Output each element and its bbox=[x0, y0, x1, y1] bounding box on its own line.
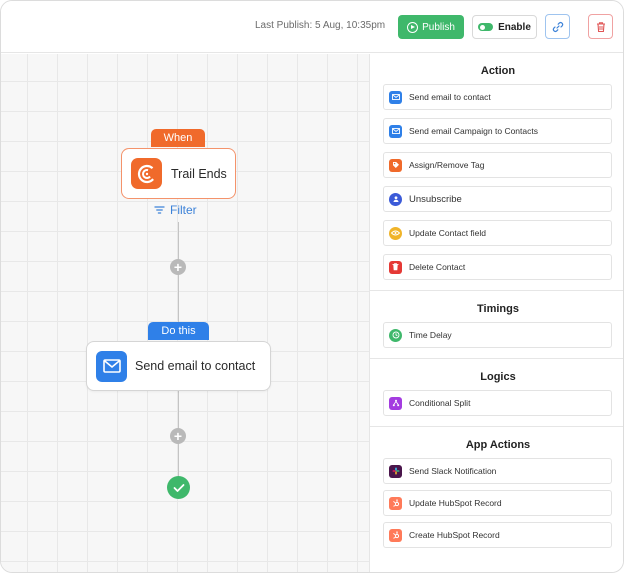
section-title: App Actions bbox=[465, 439, 531, 451]
email-icon bbox=[389, 124, 402, 138]
step-update-hubspot-record[interactable]: Update HubSpot Record bbox=[383, 490, 612, 516]
step-label: Conditional Split bbox=[409, 398, 471, 408]
trigger-title: Trail Ends bbox=[171, 166, 227, 181]
add-step-button[interactable]: + bbox=[170, 428, 186, 444]
link-button[interactable] bbox=[545, 14, 570, 39]
trash-icon bbox=[596, 21, 605, 32]
add-step-button[interactable]: + bbox=[170, 259, 186, 275]
toolbar: Last Publish: 5 Aug, 10:35pm Publish Ena… bbox=[1, 1, 623, 53]
step-unsubscribe[interactable]: Unsubscribe bbox=[383, 186, 612, 212]
step-conditional-split[interactable]: Conditional Split bbox=[383, 390, 612, 416]
section-app-actions: App Actions Send Slack Notification Upda bbox=[370, 426, 623, 572]
step-send-slack-notification[interactable]: Send Slack Notification bbox=[383, 458, 612, 484]
email-icon bbox=[102, 359, 121, 373]
tag-icon bbox=[389, 158, 402, 172]
step-label: Time Delay bbox=[409, 330, 452, 340]
brand-logo-icon bbox=[137, 164, 156, 183]
publish-button[interactable]: Publish bbox=[398, 15, 464, 39]
step-label: Assign/Remove Tag bbox=[409, 160, 485, 170]
action-app-logo bbox=[96, 350, 127, 382]
publish-label: Publish bbox=[422, 21, 455, 33]
filter-icon bbox=[154, 206, 165, 214]
step-label: Create HubSpot Record bbox=[409, 530, 500, 540]
trigger-app-logo bbox=[131, 158, 162, 189]
step-delete-contact[interactable]: Delete Contact bbox=[383, 254, 612, 280]
email-icon bbox=[389, 90, 402, 104]
step-label: Update HubSpot Record bbox=[409, 498, 502, 508]
step-send-email-campaign[interactable]: Send email Campaign to Contacts bbox=[383, 118, 612, 144]
step-label: Delete Contact bbox=[409, 262, 466, 272]
split-icon bbox=[389, 396, 402, 410]
step-label: Send email to contact bbox=[409, 92, 491, 102]
eye-icon bbox=[389, 226, 402, 240]
action-node[interactable]: Send email to contact bbox=[86, 341, 271, 391]
slack-icon bbox=[389, 464, 402, 478]
step-label: Unsubscribe bbox=[409, 193, 462, 205]
toggle-icon bbox=[478, 23, 494, 31]
step-update-contact-field[interactable]: Update Contact field bbox=[383, 220, 612, 246]
steps-panel: Action Send email to contact Send email … bbox=[369, 54, 623, 572]
clock-icon bbox=[389, 328, 402, 342]
enable-label: Enable bbox=[498, 21, 531, 33]
section-action: Action Send email to contact Send email … bbox=[370, 54, 623, 290]
action-title: Send email to contact bbox=[135, 359, 256, 373]
enable-toggle-button[interactable]: Enable bbox=[472, 15, 537, 39]
trigger-tag: When bbox=[151, 129, 205, 147]
step-send-email[interactable]: Send email to contact bbox=[383, 84, 612, 110]
step-label: Update Contact field bbox=[409, 228, 487, 238]
filter-link[interactable]: Filter bbox=[154, 203, 197, 217]
check-icon bbox=[173, 483, 184, 492]
step-label: Send Slack Notification bbox=[409, 466, 497, 476]
step-create-hubspot-record[interactable]: Create HubSpot Record bbox=[383, 522, 612, 548]
user-minus-icon bbox=[389, 192, 402, 206]
section-timings: Timings Time Delay bbox=[370, 290, 623, 358]
link-icon bbox=[552, 21, 563, 32]
step-assign-remove-tag[interactable]: Assign/Remove Tag bbox=[383, 152, 612, 178]
section-title: Action bbox=[480, 65, 516, 77]
last-publish-text: Last Publish: 5 Aug, 10:35pm bbox=[255, 20, 386, 31]
delete-workflow-button[interactable] bbox=[588, 14, 613, 39]
play-circle-icon bbox=[407, 21, 419, 33]
hubspot-icon bbox=[389, 496, 402, 510]
filter-label: Filter bbox=[170, 203, 197, 217]
section-title: Timings bbox=[477, 303, 519, 315]
section-title: Logics bbox=[480, 371, 516, 383]
workflow-end-check bbox=[167, 476, 190, 499]
step-label: Send email Campaign to Contacts bbox=[409, 126, 538, 136]
step-time-delay[interactable]: Time Delay bbox=[383, 322, 612, 348]
trash-icon bbox=[389, 260, 402, 274]
section-logics: Logics Conditional Split bbox=[370, 358, 623, 426]
hubspot-icon bbox=[389, 528, 402, 542]
action-tag: Do this bbox=[148, 322, 209, 340]
trigger-node[interactable]: Trail Ends bbox=[121, 148, 236, 199]
workflow-editor: Last Publish: 5 Aug, 10:35pm Publish Ena… bbox=[0, 0, 624, 573]
